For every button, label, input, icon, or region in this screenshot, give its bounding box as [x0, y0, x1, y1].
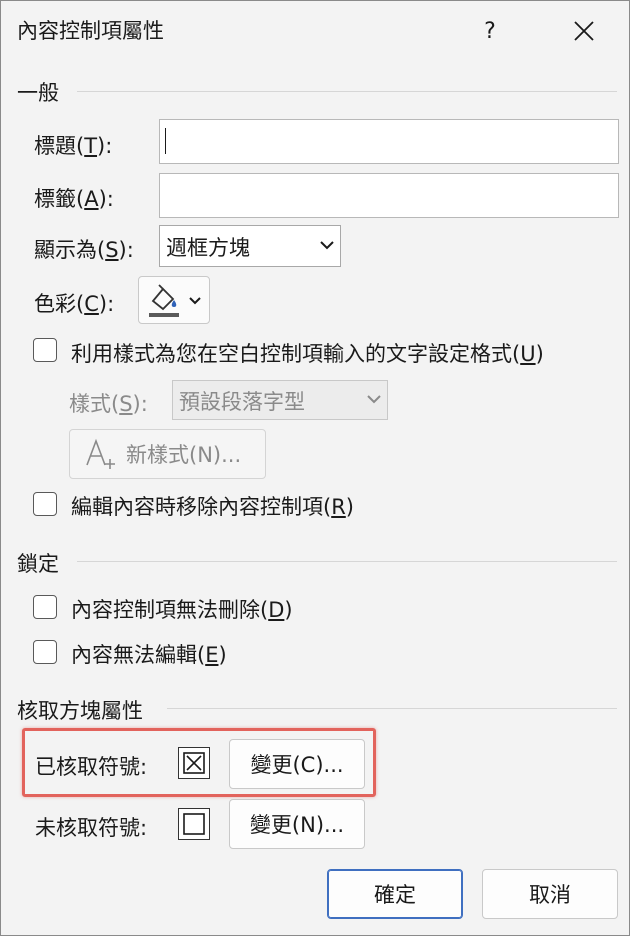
title-input[interactable] — [159, 119, 619, 164]
chevron-down-icon — [365, 386, 383, 412]
color-label: 色彩(C): — [34, 292, 115, 316]
empty-box-icon — [183, 813, 205, 835]
close-button[interactable] — [561, 9, 607, 53]
tag-label: 標籤(A): — [34, 187, 114, 211]
new-style-button[interactable]: 新樣式(N)... — [69, 429, 266, 479]
section-divider — [167, 708, 617, 709]
section-divider — [77, 91, 617, 92]
remove-control-checkbox[interactable] — [33, 492, 57, 516]
close-icon — [574, 21, 594, 41]
section-checkbox-properties: 核取方塊屬性 — [17, 699, 143, 723]
cannot-edit-label: 內容無法編輯(E) — [71, 643, 227, 667]
cannot-delete-label: 內容控制項無法刪除(D) — [71, 598, 293, 622]
use-style-label: 利用樣式為您在空白控制項輸入的文字設定格式(U) — [71, 342, 544, 366]
ok-button[interactable]: 確定 — [327, 869, 463, 919]
title-label: 標題(T): — [34, 134, 113, 158]
style-select[interactable]: 預設段落字型 — [172, 380, 388, 420]
change-unchecked-symbol-button[interactable]: 變更(N)... — [229, 799, 365, 849]
paint-bucket-icon — [149, 284, 179, 317]
highlight-box — [22, 728, 376, 797]
tag-input[interactable] — [159, 173, 619, 218]
dialog-title: 內容控制項屬性 — [17, 19, 164, 43]
section-divider — [77, 561, 617, 562]
new-style-icon — [86, 438, 115, 469]
show-as-select[interactable]: 週框方塊 — [159, 225, 341, 267]
color-picker-button[interactable] — [138, 276, 210, 324]
text-cursor — [165, 128, 166, 154]
remove-control-label: 編輯內容時移除內容控制項(R) — [71, 495, 354, 519]
new-style-label: 新樣式(N)... — [126, 443, 242, 467]
unchecked-symbol-preview — [178, 808, 210, 840]
chevron-down-icon — [189, 297, 201, 305]
unchecked-symbol-label: 未核取符號: — [35, 816, 148, 840]
title-bar: 內容控制項屬性 ? — [1, 1, 629, 61]
help-icon: ? — [484, 18, 496, 44]
cancel-button[interactable]: 取消 — [482, 869, 618, 919]
style-label: 樣式(S): — [69, 392, 148, 416]
show-as-value: 週框方塊 — [166, 236, 250, 260]
help-button[interactable]: ? — [467, 9, 513, 53]
cannot-delete-checkbox[interactable] — [33, 595, 57, 619]
cannot-edit-checkbox[interactable] — [33, 640, 57, 664]
show-as-label: 顯示為(S): — [34, 238, 134, 262]
section-locking: 鎖定 — [17, 552, 59, 576]
chevron-down-icon — [318, 232, 336, 258]
content-control-properties-dialog: 內容控制項屬性 ? 一般 標題(T): 標籤(A): 顯示為(S): 週框方塊 … — [0, 0, 630, 936]
use-style-checkbox[interactable] — [33, 338, 57, 362]
style-value: 預設段落字型 — [179, 390, 305, 414]
change-unchecked-label: 變更(N)... — [249, 813, 345, 837]
section-general: 一般 — [17, 81, 59, 105]
